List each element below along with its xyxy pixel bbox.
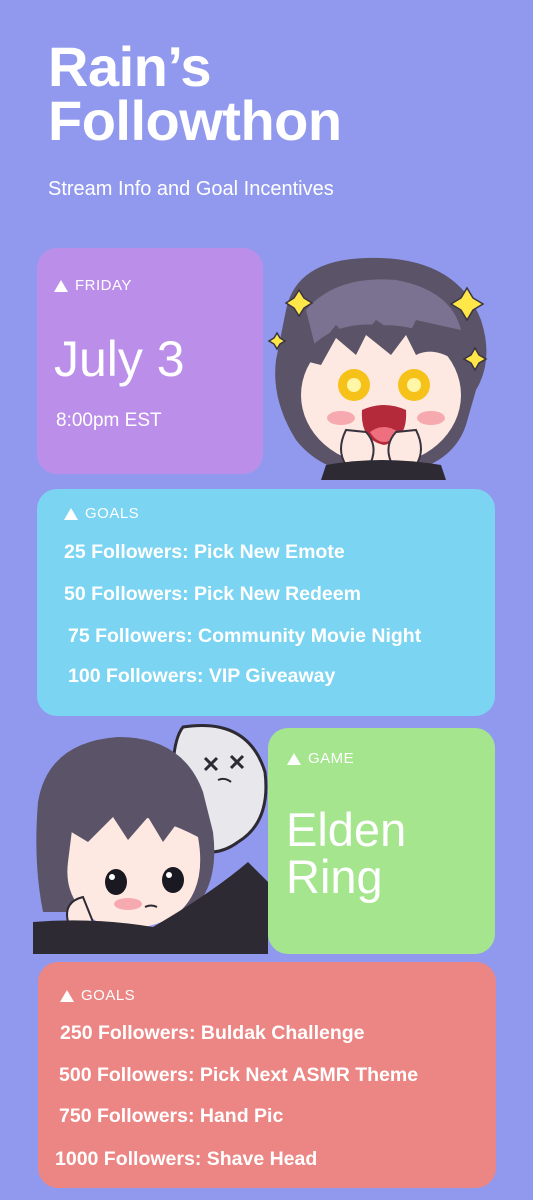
game-name-line-2: Ring xyxy=(286,850,383,903)
triangle-up-icon xyxy=(60,989,74,1002)
triangle-up-icon xyxy=(287,752,301,765)
triangle-up-icon xyxy=(64,507,78,520)
game-name: Elden Ring xyxy=(286,806,406,900)
goal-item: 75 Followers: Community Movie Night xyxy=(68,625,422,647)
goal-item: 1000 Followers: Shave Head xyxy=(55,1148,318,1170)
goals-1-tag-label: GOALS xyxy=(85,505,140,522)
game-tag-label: GAME xyxy=(308,750,355,767)
goal-item: 750 Followers: Hand Pic xyxy=(59,1105,284,1127)
goal-item: 500 Followers: Pick Next ASMR Theme xyxy=(59,1064,419,1086)
game-name-line-1: Elden xyxy=(286,803,407,856)
stream-date: July 3 xyxy=(54,331,185,387)
page-title: Rain’s Followthon xyxy=(48,39,342,149)
triangle-up-icon xyxy=(54,279,68,292)
game-tag: GAME xyxy=(287,750,354,767)
goals-2-tag-label: GOALS xyxy=(81,987,136,1004)
date-tag: FRIDAY xyxy=(54,277,132,294)
stream-time: 8:00pm EST xyxy=(56,410,162,431)
subtitle: Stream Info and Goal Incentives xyxy=(48,178,334,200)
date-tag-label: FRIDAY xyxy=(75,277,132,294)
goals-1-tag: GOALS xyxy=(64,505,139,522)
goals-2-tag: GOALS xyxy=(60,987,135,1004)
title-line-2: Followthon xyxy=(48,89,342,152)
ghost-emote-image xyxy=(33,724,268,954)
goal-item: 50 Followers: Pick New Redeem xyxy=(64,583,361,605)
goal-item: 250 Followers: Buldak Challenge xyxy=(60,1022,365,1044)
excited-emote-image xyxy=(267,257,488,480)
goal-item: 25 Followers: Pick New Emote xyxy=(64,541,345,563)
goal-item: 100 Followers: VIP Giveaway xyxy=(68,665,336,687)
